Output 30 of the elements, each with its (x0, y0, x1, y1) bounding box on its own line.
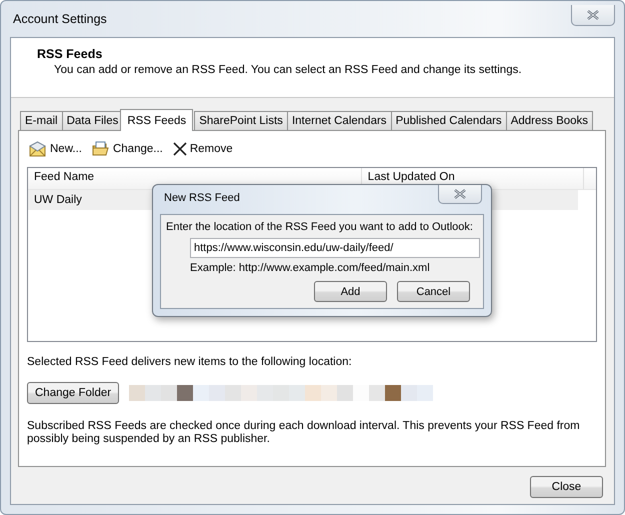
header-title: RSS Feeds (37, 47, 104, 61)
envelope-icon (29, 141, 47, 157)
tab[interactable]: Internet Calendars (286, 111, 392, 130)
example-text: Example: http://www.example.com/feed/main.xml (190, 262, 431, 274)
close-icon (587, 10, 599, 20)
x-icon (172, 142, 187, 156)
url-field[interactable]: https://www.wisconsin.edu/uw-daily/feed/ (190, 238, 480, 258)
dialog-button[interactable]: Add (314, 281, 387, 302)
close-button[interactable] (571, 5, 615, 26)
toolbar-button[interactable]: New... (29, 141, 82, 157)
dialog-title: New RSS Feed (164, 192, 240, 204)
prompt-text: Enter the location of the RSS Feed you want to add to Outlook: (166, 221, 473, 233)
close-button[interactable] (438, 185, 482, 204)
tab[interactable]: Published Calendars (390, 111, 507, 130)
tab[interactable]: RSS Feeds (120, 109, 194, 131)
toolbar-button[interactable]: Change... (92, 141, 163, 157)
header-description: You can add or remove an RSS Feed. You can select an RSS Feed and change its settings. (54, 64, 523, 76)
close-button[interactable]: Close (530, 476, 603, 498)
close-icon (454, 189, 466, 199)
tab[interactable]: SharePoint Lists (194, 111, 288, 130)
location-label: Selected RSS Feed delivers new items to the following location: (27, 356, 353, 368)
folder-icon (92, 141, 110, 157)
table-cell: UW Daily (34, 194, 82, 206)
toolbar-button[interactable]: Remove (172, 142, 233, 156)
change-folder-button[interactable]: Change Folder (27, 382, 120, 404)
info-text: Subscribed RSS Feeds are checked once during each download interval. This prevents your RSS Feed from possibly being suspended by an RSS publisher. (27, 420, 581, 446)
window-title: Account Settings (13, 12, 107, 26)
dialog-button[interactable]: Cancel (397, 281, 470, 302)
tab[interactable]: E-mail (20, 111, 63, 130)
tab[interactable]: Address Books (506, 111, 594, 130)
